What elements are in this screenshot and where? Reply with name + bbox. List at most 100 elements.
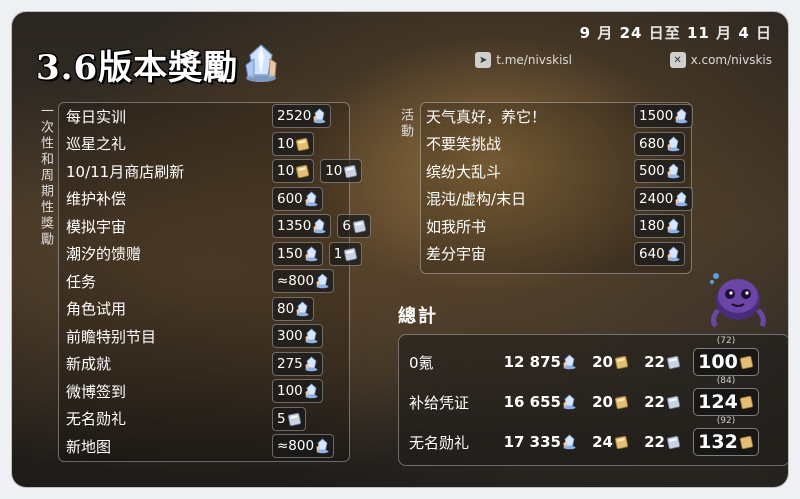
reward-row: 微博签到 100 xyxy=(66,379,329,403)
reward-row: 无名勋礼 5 xyxy=(66,406,312,431)
telegram-icon: ➤ xyxy=(475,52,492,68)
stellar-jade-icon xyxy=(305,383,318,399)
reward-amount-pill: 2520 xyxy=(272,104,332,128)
reward-row: 模拟宇宙 1350 6 xyxy=(66,214,377,238)
stellar-jade-icon xyxy=(667,163,680,179)
mascot-image xyxy=(710,273,766,328)
reward-amount: 600 xyxy=(277,190,303,207)
stellar-jade-icon xyxy=(563,434,576,450)
total-pulls-box: (92) 132 xyxy=(693,416,759,456)
reward-row: 潮汐的馈赠 150 1 xyxy=(66,241,368,266)
reward-source-label: 维护补偿 xyxy=(66,190,127,208)
reward-source-label: 10/11月商店刷新 xyxy=(66,162,185,181)
star-rail-pass-icon xyxy=(352,219,367,234)
reward-amount: 100 xyxy=(277,383,303,399)
reward-amount: 10 xyxy=(325,163,343,179)
total-pass: 22 xyxy=(644,353,665,371)
stellar-jade-icon xyxy=(667,135,680,151)
total-pulls-note: (92) xyxy=(716,416,736,426)
reward-row: 任务 ≈800 xyxy=(66,269,340,293)
telegram-handle: t.me/nivskisl xyxy=(496,53,572,67)
reward-amount: 1 xyxy=(333,245,343,262)
stellar-jade-icon xyxy=(313,108,326,124)
reward-amount-pill: 275 xyxy=(272,351,323,376)
reward-source-label: 新地图 xyxy=(66,437,112,456)
total-row-label: 无名勋礼 xyxy=(409,433,470,452)
reward-amount-pill: 640 xyxy=(634,241,685,266)
reward-row: 天气真好，养它！ 1500 xyxy=(426,104,699,128)
stellar-jade-icon xyxy=(296,300,309,316)
stellar-jade-icon xyxy=(305,328,318,344)
x-link[interactable]: ✕ x.com/nivskis xyxy=(669,52,772,68)
total-pulls-box: (84) 124 xyxy=(693,376,759,416)
reward-amount: 2520 xyxy=(277,108,312,124)
reward-amount: 2400 xyxy=(639,190,674,207)
total-jade: 16 655 xyxy=(503,393,561,411)
reward-amount-pill: 2400 xyxy=(634,186,694,211)
stellar-jade-icon xyxy=(316,438,329,454)
total-row-f2p: 0氪 12 875 20 22 (72) 100 xyxy=(409,336,759,377)
reward-source-label: 不要笑挑战 xyxy=(426,135,502,153)
stellar-jade-icon xyxy=(313,218,326,234)
reward-amount: 300 xyxy=(277,328,303,344)
reward-row: 前瞻特别节目 300 xyxy=(66,324,329,348)
reward-row: 新地图 ≈800 xyxy=(66,434,340,458)
reward-amount: 1350 xyxy=(277,218,312,234)
reward-amount: ≈800 xyxy=(277,273,315,289)
section-label-one-time: 一次性和周期性獎勵 xyxy=(38,104,53,248)
reward-amount-pill: 1500 xyxy=(634,104,694,128)
reward-source-label: 微博签到 xyxy=(66,382,127,401)
star-rail-special-pass-icon xyxy=(739,395,753,410)
star-rail-pass-icon xyxy=(666,355,681,370)
reward-source-label: 每日实训 xyxy=(66,107,127,126)
reward-source-label: 差分宇宙 xyxy=(426,245,487,263)
reward-row: 如我所书 180 xyxy=(426,214,691,238)
reward-amount-pill: 6 xyxy=(337,214,371,238)
star-rail-pass-icon xyxy=(287,412,301,426)
star-rail-special-pass-icon xyxy=(614,435,629,450)
reward-source-label: 缤纷大乱斗 xyxy=(426,162,502,181)
reward-amount: 80 xyxy=(277,300,295,317)
reward-amount-pill: 10 xyxy=(272,159,315,183)
x-logo-icon: ✕ xyxy=(669,52,686,68)
reward-amount-pill: 150 xyxy=(272,241,323,266)
reward-amount: 10 xyxy=(277,135,295,152)
total-row-label: 补给凭证 xyxy=(409,393,470,412)
reward-amount: 1500 xyxy=(639,108,674,124)
reward-row: 混沌/虚构/末日 2400 xyxy=(426,186,699,211)
page-title: 3.6版本獎勵 xyxy=(36,40,280,89)
reward-source-label: 前瞻特别节目 xyxy=(66,327,157,346)
reward-source-label: 模拟宇宙 xyxy=(66,217,127,236)
reward-amount: 680 xyxy=(639,135,665,152)
telegram-link[interactable]: ➤ t.me/nivskisl xyxy=(475,52,572,68)
star-rail-pass-icon xyxy=(344,247,358,261)
stellar-jade-icon xyxy=(563,394,576,410)
reward-amount: ≈800 xyxy=(277,438,315,454)
totals-panel: 0氪 12 875 20 22 (72) 100 补给凭证 16 655 20 2… xyxy=(398,334,788,466)
reward-amount-pill: 180 xyxy=(634,214,685,238)
stellar-jade-icon xyxy=(316,273,329,289)
stellar-jade-icon xyxy=(305,190,318,206)
reward-row: 角色试用 80 xyxy=(66,296,320,321)
reward-amount-pill: 100 xyxy=(272,379,323,403)
reward-source-label: 如我所书 xyxy=(426,217,487,236)
total-special-pass: 20 xyxy=(592,353,613,371)
star-rail-pass-icon xyxy=(666,435,681,450)
stellar-jade-icon xyxy=(245,44,277,82)
reward-amount-pill: 80 xyxy=(272,296,315,321)
reward-amount: 150 xyxy=(277,245,303,262)
reward-row: 巡星之礼 10 xyxy=(66,131,320,156)
x-handle: x.com/nivskis xyxy=(690,53,772,67)
reward-amount: 180 xyxy=(639,218,665,234)
total-jade: 17 335 xyxy=(503,433,561,451)
reward-amount-pill: 1 xyxy=(328,241,363,266)
star-rail-pass-icon xyxy=(666,395,681,410)
reward-row: 新成就 275 xyxy=(66,351,329,376)
star-rail-pass-icon xyxy=(344,164,358,179)
reward-amount-pill: 600 xyxy=(272,186,323,211)
total-row-label: 0氪 xyxy=(409,353,434,372)
total-pulls: 100 xyxy=(698,351,738,373)
reward-row: 差分宇宙 640 xyxy=(426,241,691,266)
reward-source-label: 新成就 xyxy=(66,355,112,373)
total-special-pass: 24 xyxy=(592,433,613,451)
